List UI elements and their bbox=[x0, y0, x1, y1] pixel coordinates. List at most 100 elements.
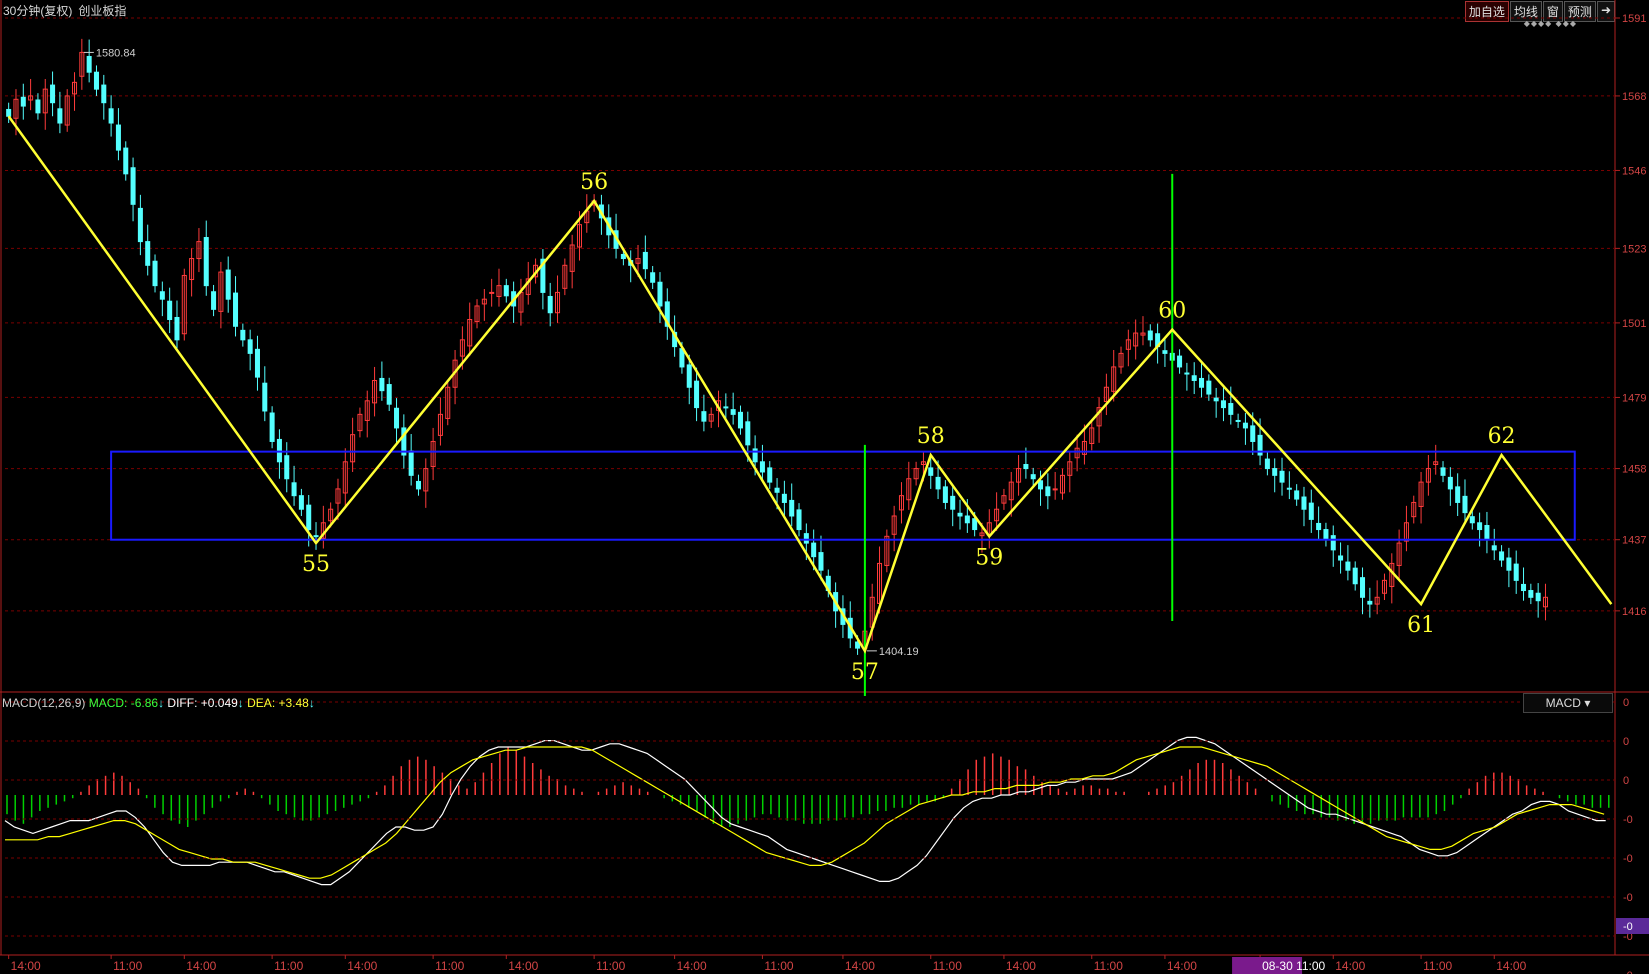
candle bbox=[211, 291, 217, 310]
macd-axis-label: 0 bbox=[1623, 775, 1629, 787]
candle bbox=[276, 438, 282, 463]
candle bbox=[1213, 397, 1219, 402]
time-axis-label: 14:00 bbox=[508, 959, 538, 973]
candle bbox=[50, 84, 56, 104]
macd-axis-label: 0 bbox=[1623, 736, 1629, 748]
candle bbox=[1440, 467, 1446, 476]
candle bbox=[415, 480, 421, 490]
candle bbox=[57, 108, 63, 124]
candle bbox=[789, 499, 795, 517]
macd-axis-label: -0 bbox=[1623, 853, 1633, 865]
candle bbox=[650, 272, 656, 283]
time-axis-label: 11:00 bbox=[274, 959, 303, 973]
macd-axis-label: 0 bbox=[1623, 697, 1629, 709]
candle bbox=[108, 108, 114, 124]
diff-value: DIFF: +0.049 bbox=[167, 696, 238, 710]
candle bbox=[313, 535, 319, 538]
candle bbox=[1030, 474, 1036, 480]
candle bbox=[298, 495, 304, 510]
candle bbox=[130, 167, 136, 205]
candle bbox=[137, 207, 143, 243]
candlestick-chart[interactable]: 1591 1568 1546 1523 1501 1479 1458 1437 1416 55 56… bbox=[0, 0, 1649, 974]
wave-label: 56 bbox=[580, 170, 608, 195]
time-axis-label: 14:00 bbox=[186, 959, 216, 973]
candle bbox=[796, 509, 802, 531]
candle bbox=[379, 377, 385, 392]
time-axis-label: 14:00 bbox=[677, 959, 707, 973]
candle bbox=[86, 55, 92, 73]
candle bbox=[1184, 372, 1190, 375]
candle bbox=[1338, 555, 1344, 561]
candle bbox=[254, 348, 260, 378]
candle bbox=[35, 99, 41, 114]
candle bbox=[1023, 464, 1029, 470]
candle bbox=[1323, 529, 1329, 541]
indicator-select[interactable]: MACD ▾ bbox=[1523, 693, 1613, 713]
candle bbox=[1294, 490, 1300, 500]
candle bbox=[93, 71, 99, 90]
macd-header: MACD(12,26,9) MACD: -6.86↓ DIFF: +0.049↓… bbox=[2, 696, 315, 710]
time-axis-label: 11:00 bbox=[1423, 959, 1452, 973]
price-axis-label: 1501 bbox=[1622, 318, 1646, 330]
candle bbox=[1316, 522, 1322, 531]
candle bbox=[957, 512, 963, 517]
time-axis-label: 14:00 bbox=[1496, 959, 1526, 973]
candle bbox=[503, 285, 509, 297]
macd-value: MACD: -6.86 bbox=[88, 696, 159, 710]
candle bbox=[547, 295, 553, 314]
price-axis-label: 1568 bbox=[1622, 91, 1646, 103]
candle bbox=[642, 251, 648, 270]
time-axis-label: 14:00 bbox=[845, 959, 875, 973]
candle bbox=[701, 411, 707, 422]
candle bbox=[1279, 470, 1285, 483]
candle bbox=[781, 493, 787, 503]
candle bbox=[152, 260, 158, 287]
candle bbox=[1513, 563, 1519, 581]
macd-label: MACD(12,26,9) bbox=[2, 696, 86, 710]
candle bbox=[1447, 476, 1453, 490]
price-axis-label: 1437 bbox=[1622, 535, 1646, 547]
candle bbox=[1301, 496, 1307, 510]
candle bbox=[1521, 583, 1527, 592]
candle bbox=[1499, 551, 1505, 561]
candle bbox=[950, 495, 956, 510]
candle bbox=[306, 504, 312, 531]
candle bbox=[1491, 545, 1497, 551]
wave-label: 62 bbox=[1488, 424, 1516, 449]
candle bbox=[174, 316, 180, 341]
candle bbox=[620, 253, 626, 260]
low-label: 1404.19 bbox=[879, 646, 919, 658]
candle bbox=[1528, 590, 1534, 598]
candle bbox=[657, 281, 663, 307]
candle bbox=[240, 329, 246, 341]
time-axis-label: 14:00 bbox=[1335, 959, 1365, 973]
dea-value: DEA: +3.48 bbox=[247, 696, 309, 710]
candle bbox=[1535, 592, 1541, 602]
candle bbox=[203, 237, 209, 287]
candle bbox=[408, 450, 414, 476]
candle bbox=[145, 241, 151, 266]
time-axis-label: 11:00 bbox=[113, 959, 142, 973]
candle bbox=[1052, 488, 1058, 491]
chevron-down-icon: ▾ bbox=[1584, 696, 1591, 710]
candle bbox=[233, 292, 239, 327]
candle bbox=[262, 382, 268, 412]
candle bbox=[1206, 380, 1212, 395]
price-axis-label: 1546 bbox=[1622, 165, 1646, 177]
price-axis-label: 1416 bbox=[1622, 606, 1646, 618]
candle bbox=[1242, 422, 1248, 429]
candle bbox=[1360, 577, 1366, 598]
candle bbox=[1477, 522, 1483, 531]
candle bbox=[1199, 377, 1205, 388]
price-axis-label: 1591 bbox=[1622, 13, 1646, 25]
price-axis-label: 1523 bbox=[1622, 243, 1646, 255]
candle bbox=[6, 108, 12, 117]
dea-line bbox=[5, 746, 1605, 879]
candle bbox=[928, 467, 934, 476]
candle bbox=[1455, 486, 1461, 503]
time-axis-label: 11:00 bbox=[596, 959, 625, 973]
candle bbox=[284, 455, 290, 480]
candle bbox=[759, 461, 765, 473]
candle bbox=[1272, 468, 1278, 476]
candle bbox=[247, 339, 253, 354]
